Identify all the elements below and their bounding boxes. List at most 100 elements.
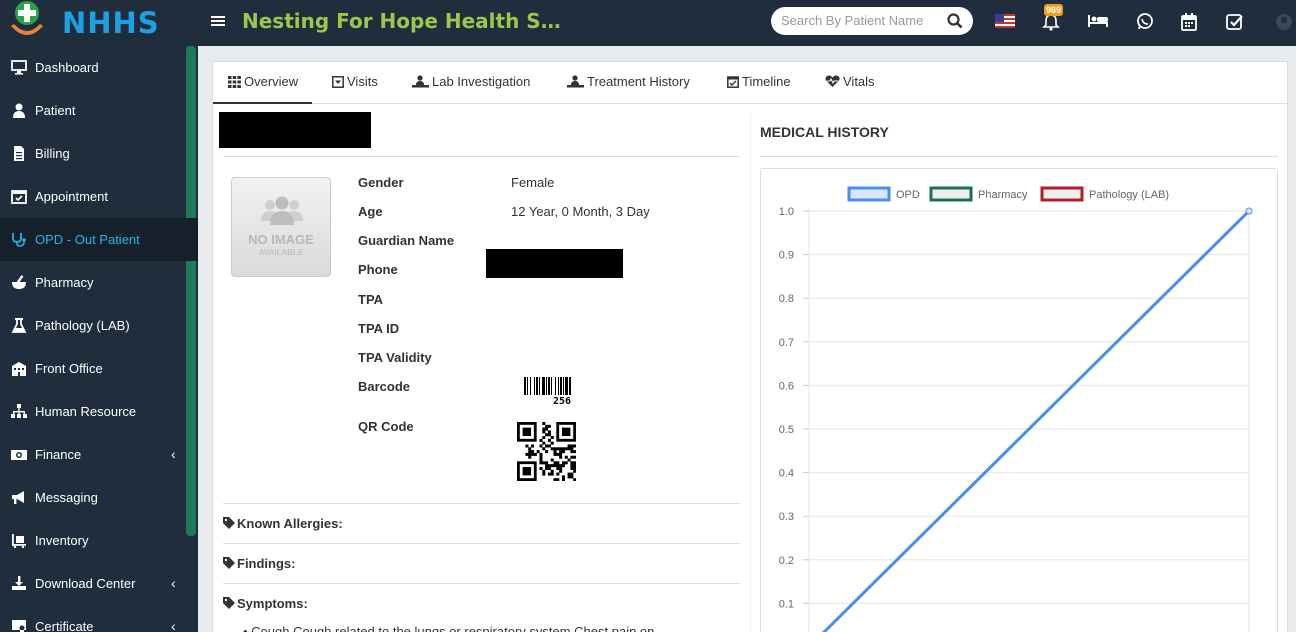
- sidebar-item-human-resource[interactable]: Human Resource: [0, 390, 186, 433]
- phone-label: Phone: [358, 262, 398, 277]
- building-icon: [12, 362, 26, 376]
- sitemap-icon: [11, 404, 27, 418]
- sidebar-item-label: Pharmacy: [35, 275, 94, 290]
- user-icon: [13, 103, 25, 118]
- tab-overview[interactable]: Overview: [213, 74, 313, 104]
- barcode-label: Barcode: [358, 379, 411, 394]
- tab-lab-investigation[interactable]: Lab Investigation: [412, 74, 530, 104]
- search-input[interactable]: [781, 13, 941, 28]
- tag-icon: [223, 557, 235, 569]
- user-avatar-icon[interactable]: [1272, 12, 1296, 32]
- sidebar-item-pharmacy[interactable]: Pharmacy: [0, 261, 186, 304]
- divider: [760, 156, 1278, 157]
- sidebar-item-messaging[interactable]: Messaging: [0, 476, 186, 519]
- tpa-id-label: TPA ID: [358, 321, 400, 336]
- qr-code-label: QR Code: [358, 419, 414, 434]
- age-label: Age: [358, 204, 383, 219]
- calendar-check-icon: [11, 190, 27, 204]
- lab-icon: [412, 75, 429, 88]
- y-tick-label: 0.2: [779, 555, 794, 567]
- legend-swatch: [1040, 186, 1084, 202]
- file-icon: [14, 146, 24, 161]
- bed-icon[interactable]: [1087, 14, 1109, 28]
- sidebar-item-label: Appointment: [35, 189, 108, 204]
- data-point[interactable]: [1245, 207, 1253, 215]
- medical-history-chart: OPD Pharmacy Pathology (LAB) 1.0 0.9 0.8 0.7 0.…: [760, 168, 1278, 632]
- tab-bar: Overview Visits Lab Investigation Treatm…: [213, 62, 1287, 104]
- sidebar-item-patient[interactable]: Patient: [0, 89, 186, 132]
- y-tick-label: 0.6: [779, 380, 794, 392]
- logo[interactable]: NHHS: [0, 0, 198, 46]
- sidebar-item-opd[interactable]: OPD - Out Patient: [0, 218, 198, 261]
- y-tick-label: 0.1: [779, 598, 794, 610]
- app-title: Nesting For Hope Health Serv…: [242, 9, 562, 33]
- legend-label: Pathology (LAB): [1089, 189, 1169, 201]
- task-check-icon[interactable]: [1225, 12, 1245, 32]
- sidebar-item-billing[interactable]: Billing: [0, 132, 186, 175]
- guardian-name-label: Guardian Name: [358, 233, 455, 248]
- tag-icon: [223, 517, 235, 529]
- heartbeat-icon: [825, 75, 840, 87]
- divider: [223, 503, 740, 504]
- tab-label: Vitals: [843, 74, 875, 89]
- sidebar-item-label: Pathology (LAB): [35, 318, 130, 333]
- barcode-number: 256: [552, 396, 572, 407]
- sidebar-item-appointment[interactable]: Appointment: [0, 175, 186, 218]
- sidebar-item-certificate[interactable]: Certificate ‹: [0, 605, 186, 632]
- y-tick-label: 0.3: [779, 511, 794, 523]
- certificate-icon: [12, 620, 26, 632]
- legend-label: OPD: [896, 189, 920, 201]
- sidebar-item-inventory[interactable]: Inventory: [0, 519, 186, 562]
- tab-vitals[interactable]: Vitals: [825, 74, 875, 104]
- divider: [223, 583, 740, 584]
- symptom-text: Cough Cough related to the lungs or resp…: [251, 624, 655, 632]
- section-label: Findings:: [237, 556, 296, 571]
- y-tick-label: 0.9: [779, 250, 794, 262]
- mortar-pestle-icon: [12, 275, 26, 289]
- divider: [223, 543, 740, 544]
- sidebar-item-dashboard[interactable]: Dashboard: [0, 46, 186, 89]
- qr-code-image: [517, 422, 576, 481]
- y-tick-label: 0.5: [779, 424, 794, 436]
- tab-label: Timeline: [742, 74, 791, 89]
- sidebar-item-label: Certificate: [35, 619, 94, 632]
- sidebar-item-label: Dashboard: [35, 60, 99, 75]
- sidebar-item-pathology[interactable]: Pathology (LAB): [0, 304, 186, 347]
- tab-visits[interactable]: Visits: [332, 74, 378, 104]
- sidebar-scrollbar[interactable]: [186, 46, 196, 536]
- procedure-icon: [567, 75, 584, 88]
- calendar-icon[interactable]: [1180, 12, 1198, 32]
- y-tick-label: 1.0: [779, 206, 794, 218]
- avatar-placeholder-subtext: AVAILABLE: [258, 248, 304, 257]
- search-icon[interactable]: [947, 13, 963, 29]
- sidebar-item-front-office[interactable]: Front Office: [0, 347, 186, 390]
- divider: [223, 156, 740, 157]
- desktop-icon: [11, 60, 27, 75]
- menu-toggle-icon[interactable]: [211, 12, 225, 32]
- findings-heading: Findings:: [223, 556, 296, 571]
- known-allergies-heading: Known Allergies:: [223, 516, 343, 531]
- money-icon: [11, 450, 27, 460]
- top-bar: NHHS Nesting For Hope Health Serv… 989: [0, 0, 1296, 46]
- patient-avatar: NO IMAGE AVAILABLE: [231, 177, 331, 277]
- us-flag-icon[interactable]: [995, 14, 1015, 28]
- tab-treatment-history[interactable]: Treatment History: [567, 74, 690, 104]
- series-line-opd: [822, 209, 1251, 632]
- tab-timeline[interactable]: Timeline: [727, 74, 791, 104]
- sidebar-item-label: Front Office: [35, 361, 103, 376]
- legend-swatch: [847, 186, 891, 202]
- barcode: 256: [522, 377, 602, 407]
- sidebar-item-finance[interactable]: Finance ‹: [0, 433, 186, 476]
- patient-search: [771, 7, 973, 35]
- gender-label: Gender: [358, 175, 404, 190]
- sidebar: Dashboard Patient Billing Appointment OP…: [0, 46, 198, 632]
- logo-icon: [11, 1, 43, 35]
- tab-label: Lab Investigation: [432, 74, 531, 89]
- section-label: Symptoms:: [237, 596, 308, 611]
- users-placeholder-icon: [261, 196, 303, 225]
- sidebar-item-download-center[interactable]: Download Center ‹: [0, 562, 186, 605]
- tag-icon: [223, 597, 235, 609]
- stethoscope-icon: [12, 233, 26, 247]
- notification-badge: 989: [1044, 4, 1064, 16]
- whatsapp-icon[interactable]: [1135, 12, 1155, 32]
